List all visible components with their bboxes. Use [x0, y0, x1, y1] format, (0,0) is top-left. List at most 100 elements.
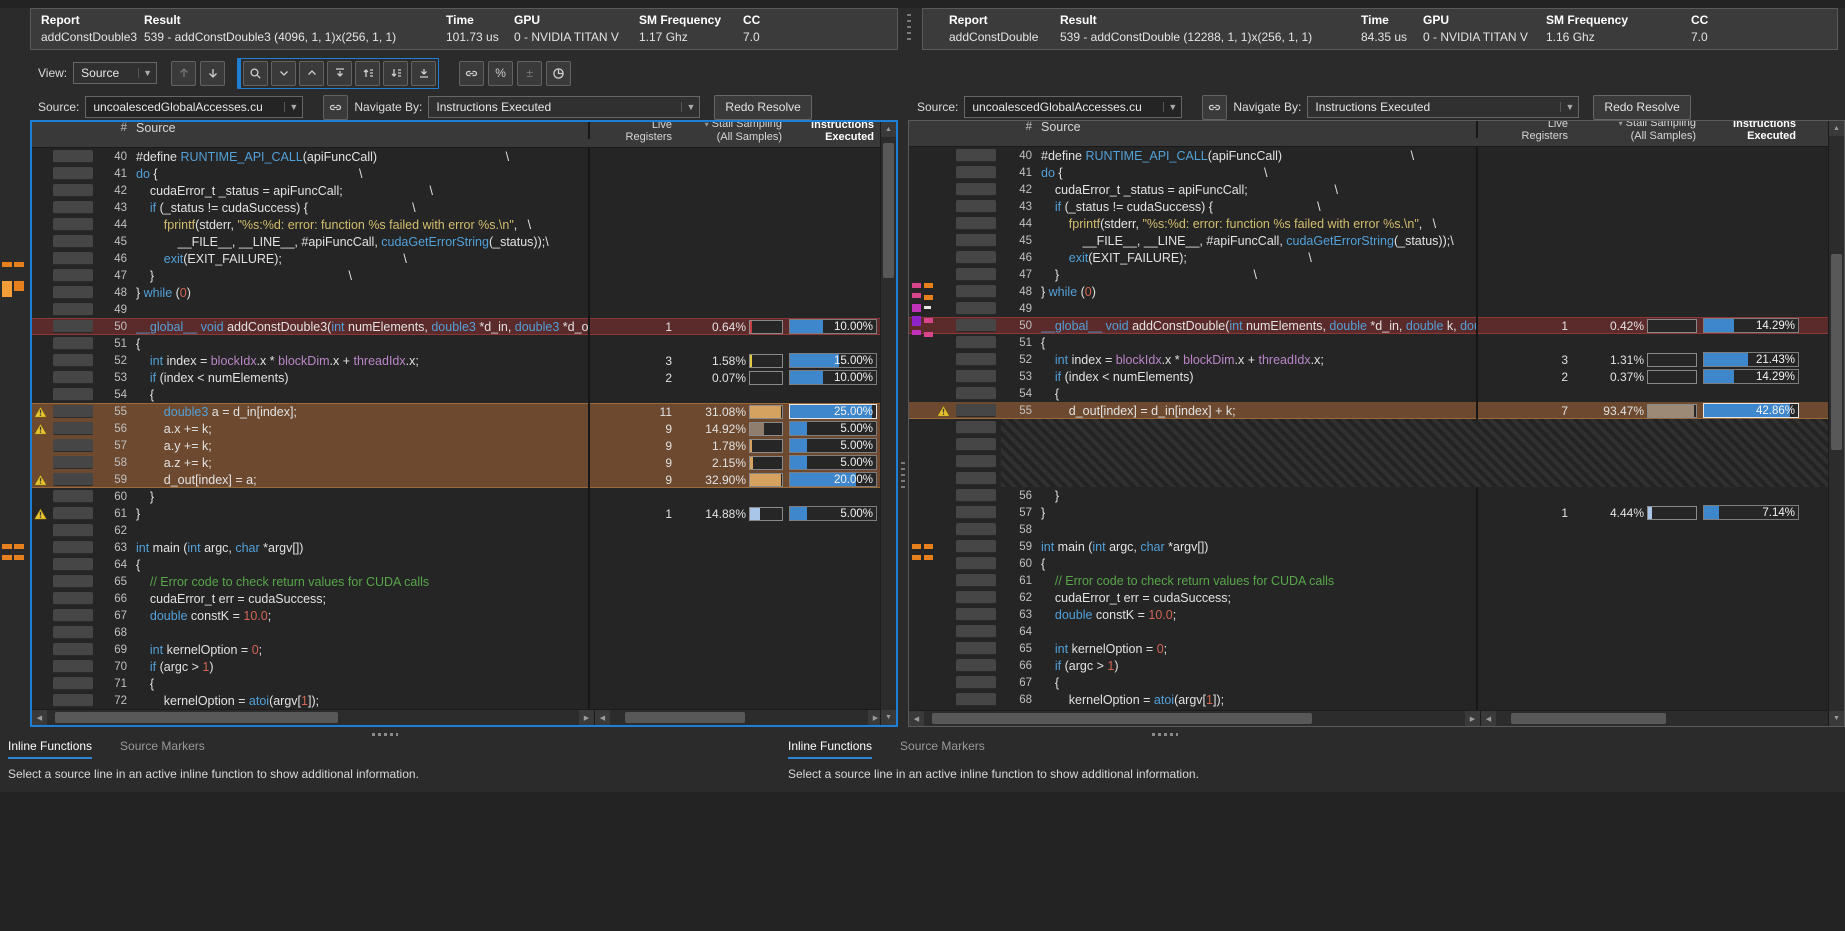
code-line-51[interactable]: 51{ [32, 335, 880, 352]
code-line-66[interactable]: 66 cudaError_t err = cudaSuccess; [32, 590, 880, 607]
code-line-43[interactable]: 43 if (_status != cudaSuccess) { \ [32, 199, 880, 216]
link-icon[interactable] [1202, 95, 1227, 120]
scroll-left-arrow-icon[interactable]: ◀ [1481, 711, 1496, 726]
code-line-41[interactable]: 41do { \ [909, 164, 1828, 181]
scroll-up-arrow-icon[interactable]: ▲ [881, 122, 896, 137]
code-line-47[interactable]: 47 } \ [32, 267, 880, 284]
code-line-53[interactable]: 53 if (index < numElements)20.07%10.00% [32, 369, 880, 386]
scrollbar-section[interactable]: ◀▶ [909, 711, 1481, 726]
code-line-58[interactable]: 58 a.z += k;92.15%5.00% [32, 454, 880, 471]
column-header-source[interactable]: Source [136, 122, 588, 147]
scroll-track[interactable] [1496, 711, 1828, 726]
code-line-42[interactable]: 42 cudaError_t _status = apiFuncCall; \ [909, 181, 1828, 198]
code-line-45[interactable]: 45 __FILE__, __LINE__, #apiFuncCall, cud… [32, 233, 880, 250]
prev-occurrence-icon[interactable] [355, 61, 380, 86]
tab-source-markers[interactable]: Source Markers [900, 739, 985, 759]
scroll-down-arrow-icon[interactable]: ▼ [1829, 711, 1844, 726]
scroll-thumb[interactable] [55, 712, 338, 723]
code-line-62[interactable]: 62 cudaError_t err = cudaSuccess; [909, 589, 1828, 606]
code-line-46[interactable]: 46 exit(EXIT_FAILURE); \ [909, 249, 1828, 266]
code-line-50[interactable]: 50__global__ void addConstDouble(int num… [909, 317, 1828, 334]
code-line-54[interactable]: 54 { [32, 386, 880, 403]
code-line-65[interactable]: 65 // Error code to check return values … [32, 573, 880, 590]
column-header-live-registers[interactable]: LiveRegisters [590, 122, 682, 143]
code-line-58[interactable]: 58 [909, 521, 1828, 538]
next-occurrence-icon[interactable] [383, 61, 408, 86]
code-line-66[interactable]: 66 if (argc > 1) [909, 657, 1828, 674]
scroll-track[interactable] [1829, 136, 1844, 711]
code-line-57[interactable]: 57 a.y += k;91.78%5.00% [32, 437, 880, 454]
scrollbar-section[interactable]: ◀▶ [1481, 711, 1828, 726]
code-line-48[interactable]: 48} while (0) [909, 283, 1828, 300]
scroll-left-arrow-icon[interactable]: ◀ [595, 710, 610, 725]
code-line-44[interactable]: 44 fprintf(stderr, "%s:%d: error: functi… [32, 216, 880, 233]
code-line-45[interactable]: 45 __FILE__, __LINE__, #apiFuncCall, cud… [909, 232, 1828, 249]
code-line-49[interactable]: 49 [909, 300, 1828, 317]
code-line-52[interactable]: 52 int index = blockIdx.x * blockDim.x +… [909, 351, 1828, 368]
scroll-right-arrow-icon[interactable]: ▶ [579, 710, 594, 725]
header-splitter-grip[interactable] [907, 14, 911, 44]
find-prev-icon[interactable] [299, 61, 324, 86]
column-header-live-registers[interactable]: LiveRegisters [1478, 121, 1578, 142]
code-line-63[interactable]: 63int main (int argc, char *argv[]) [32, 539, 880, 556]
redo-resolve-button[interactable]: Redo Resolve [1593, 95, 1690, 120]
source-panel-left[interactable]: #SourceLiveRegisters▾ Stall Sampling(All… [30, 120, 898, 727]
percent-icon[interactable]: % [488, 61, 513, 86]
goto-current-icon[interactable] [327, 61, 352, 86]
code-line-55[interactable]: 55 d_out[index] = d_in[index] + k;793.47… [909, 402, 1828, 419]
scroll-thumb[interactable] [932, 713, 1312, 724]
panel-splitter-grip[interactable] [901, 462, 905, 488]
scroll-thumb[interactable] [1831, 254, 1842, 450]
scroll-track[interactable] [924, 711, 1465, 726]
move-down-button[interactable] [200, 61, 225, 86]
tab-inline-functions[interactable]: Inline Functions [8, 739, 92, 759]
source-panel-right[interactable]: #SourceLiveRegisters▾ Stall Sampling(All… [908, 120, 1845, 727]
code-line-62[interactable]: 62 [32, 522, 880, 539]
code-line-68[interactable]: 68 kernelOption = atoi(argv[1]); [909, 691, 1828, 708]
scrollbar-section[interactable]: ◀▶ [32, 710, 595, 725]
tab-source-markers[interactable]: Source Markers [120, 739, 205, 759]
vertical-scrollbar[interactable]: ▲▼ [880, 122, 896, 725]
move-up-button[interactable] [171, 61, 196, 86]
pie-chart-icon[interactable] [546, 61, 571, 86]
code-line-53[interactable]: 53 if (index < numElements)20.37%14.29% [909, 368, 1828, 385]
code-line-56[interactable]: 56 a.x += k;914.92%5.00% [32, 420, 880, 437]
link-icon[interactable] [323, 95, 348, 120]
code-line-46[interactable]: 46 exit(EXIT_FAILURE); \ [32, 250, 880, 267]
scroll-left-arrow-icon[interactable]: ◀ [32, 710, 47, 725]
code-line-47[interactable]: 47 } \ [909, 266, 1828, 283]
scroll-track[interactable] [881, 137, 896, 710]
scroll-right-arrow-icon[interactable]: ▶ [868, 710, 880, 725]
redo-resolve-button[interactable]: Redo Resolve [714, 95, 811, 120]
scroll-thumb[interactable] [883, 143, 894, 278]
horizontal-scrollbar[interactable]: ◀▶◀▶ [909, 710, 1828, 726]
code-line-64[interactable]: 64 [909, 623, 1828, 640]
search-icon[interactable] [243, 61, 268, 86]
horizontal-scrollbar[interactable]: ◀▶◀▶ [32, 709, 880, 725]
plus-minus-icon[interactable]: ± [517, 61, 542, 86]
code-line-67[interactable]: 67 double constK = 10.0; [32, 607, 880, 624]
code-line-67[interactable]: 67 { [909, 674, 1828, 691]
code-line-42[interactable]: 42 cudaError_t _status = apiFuncCall; \ [32, 182, 880, 199]
code-line-49[interactable]: 49 [32, 301, 880, 318]
goto-end-icon[interactable] [411, 61, 436, 86]
code-line-65[interactable]: 65 int kernelOption = 0; [909, 640, 1828, 657]
column-header-stall-sampling[interactable]: ▾ Stall Sampling(All Samples) [682, 122, 786, 143]
code-line-40[interactable]: 40#define RUNTIME_API_CALL(apiFuncCall) … [909, 147, 1828, 164]
code-line-50[interactable]: 50__global__ void addConstDouble3(int nu… [32, 318, 880, 335]
code-line-69[interactable]: 69 int kernelOption = 0; [32, 641, 880, 658]
code-line-71[interactable]: 71 { [32, 675, 880, 692]
scroll-right-arrow-icon[interactable]: ▶ [1465, 711, 1480, 726]
scroll-left-arrow-icon[interactable]: ◀ [909, 711, 924, 726]
code-line-56[interactable]: 56 } [909, 487, 1828, 504]
find-next-icon[interactable] [271, 61, 296, 86]
vertical-scrollbar[interactable]: ▲▼ [1828, 121, 1844, 726]
code-line-51[interactable]: 51{ [909, 334, 1828, 351]
code-line-59[interactable]: 59int main (int argc, char *argv[]) [909, 538, 1828, 555]
view-dropdown[interactable]: Source ▼ [73, 62, 157, 84]
code-line-52[interactable]: 52 int index = blockIdx.x * blockDim.x +… [32, 352, 880, 369]
navigate-by-dropdown[interactable]: Instructions Executed ▼ [428, 96, 700, 118]
scroll-track[interactable] [47, 710, 579, 725]
column-header-source[interactable]: Source [1041, 121, 1476, 146]
splitter-dots[interactable] [372, 733, 398, 736]
